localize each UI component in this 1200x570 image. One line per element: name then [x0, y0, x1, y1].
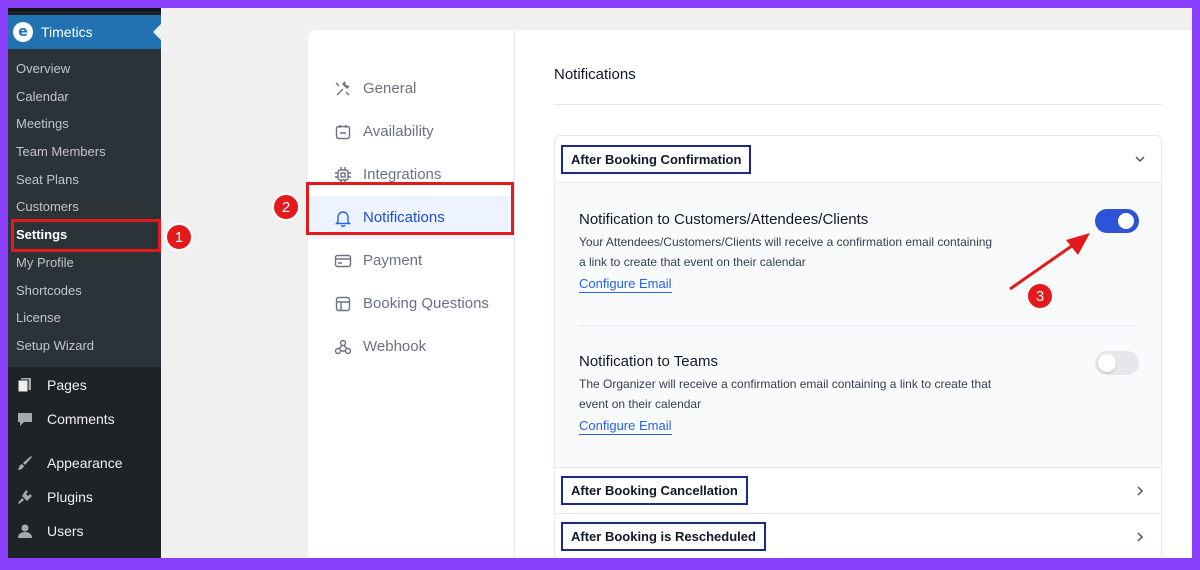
- notification-description: The Organizer will receive a confirmatio…: [579, 377, 992, 411]
- nav-item-general[interactable]: General: [308, 67, 514, 110]
- sidebar-item-label: Appearance: [47, 455, 123, 471]
- users-icon: [16, 522, 34, 540]
- sidebar-item-appearance[interactable]: Appearance: [8, 446, 161, 480]
- sidebar-item-pages[interactable]: Pages: [8, 368, 161, 402]
- card-icon: [333, 251, 353, 271]
- nav-item-webhook[interactable]: Webhook: [308, 325, 514, 368]
- submenu-team-members[interactable]: Team Members: [8, 138, 161, 166]
- annotation-box-notifications: [306, 182, 514, 235]
- configure-email-link[interactable]: Configure Email: [579, 418, 672, 435]
- chevron-down-icon[interactable]: [1133, 152, 1147, 166]
- wp-admin-sidebar: e Timetics Overview Calendar Meetings Te…: [8, 8, 161, 558]
- notification-toggle-customers[interactable]: [1095, 209, 1139, 233]
- toggle-knob: [1118, 213, 1134, 229]
- settings-nav: General Availability Integrations Notifi…: [308, 30, 515, 558]
- section-header-after-booking-confirmation[interactable]: After Booking Confirmation: [555, 136, 1161, 182]
- timetics-submenu: Overview Calendar Meetings Team Members …: [8, 49, 161, 367]
- title-divider: [554, 104, 1162, 105]
- tools-icon: [333, 79, 353, 99]
- chevron-right-icon[interactable]: [1133, 484, 1147, 498]
- annotation-badge-2: 2: [272, 193, 300, 221]
- sidebar-item-label: Users: [47, 523, 84, 539]
- annotation-box-settings: [11, 219, 161, 252]
- timetics-logo-icon: e: [13, 22, 33, 42]
- annotation-badge-1: 1: [165, 223, 193, 251]
- section-title: After Booking Confirmation: [561, 144, 752, 174]
- sidebar-item-label: Plugins: [47, 489, 93, 505]
- pages-icon: [16, 376, 34, 394]
- configure-email-link[interactable]: Configure Email: [579, 276, 672, 293]
- page-title: Notifications: [554, 66, 636, 83]
- sidebar-item-users[interactable]: Users: [8, 514, 161, 548]
- notification-sections: After Booking Confirmation Notification …: [554, 135, 1162, 558]
- section-title: After Booking Cancellation: [561, 476, 748, 505]
- sidebar-item-label: Timetics: [41, 24, 93, 40]
- screenshot-frame: e Timetics Overview Calendar Meetings Te…: [8, 8, 1192, 558]
- calendar-icon: [333, 122, 353, 142]
- plugins-icon: [16, 488, 34, 506]
- notification-title: Notification to Teams: [579, 353, 718, 370]
- sidebar-item-plugins[interactable]: Plugins: [8, 480, 161, 514]
- notification-teams: Notification to Teams The Organizer will…: [579, 351, 1139, 435]
- submenu-license[interactable]: License: [8, 304, 161, 332]
- nav-item-payment[interactable]: Payment: [308, 239, 514, 282]
- section-header-after-booking-rescheduled[interactable]: After Booking is Rescheduled: [555, 513, 1161, 558]
- submenu-meetings[interactable]: Meetings: [8, 110, 161, 138]
- form-icon: [333, 294, 353, 314]
- comments-icon: [16, 410, 34, 428]
- submenu-my-profile[interactable]: My Profile: [8, 249, 161, 277]
- sidebar-item-label: Pages: [47, 377, 87, 393]
- submenu-setup-wizard[interactable]: Setup Wizard: [8, 332, 161, 360]
- notification-divider: [579, 325, 1137, 326]
- wp-main-menu: Pages Comments Appearance Plugins Users: [8, 368, 161, 548]
- notification-toggle-teams[interactable]: [1095, 351, 1139, 375]
- sidebar-item-timetics[interactable]: e Timetics: [8, 15, 161, 49]
- nav-item-availability[interactable]: Availability: [308, 110, 514, 153]
- current-menu-arrow: [153, 24, 161, 40]
- submenu-shortcodes[interactable]: Shortcodes: [8, 277, 161, 305]
- annotation-badge-3: 3: [1026, 282, 1054, 310]
- submenu-overview[interactable]: Overview: [8, 55, 161, 83]
- section-header-after-booking-cancellation[interactable]: After Booking Cancellation: [555, 467, 1161, 513]
- appearance-icon: [16, 454, 34, 472]
- submenu-customers[interactable]: Customers: [8, 193, 161, 221]
- submenu-seat-plans[interactable]: Seat Plans: [8, 166, 161, 194]
- sidebar-item-label: Comments: [47, 411, 115, 427]
- submenu-calendar[interactable]: Calendar: [8, 83, 161, 111]
- chevron-right-icon[interactable]: [1133, 530, 1147, 544]
- toggle-knob: [1098, 354, 1116, 372]
- sidebar-item-comments[interactable]: Comments: [8, 402, 161, 436]
- section-title: After Booking is Rescheduled: [561, 522, 766, 551]
- webhook-icon: [333, 337, 353, 357]
- nav-item-booking-questions[interactable]: Booking Questions: [308, 282, 514, 325]
- notification-description: Your Attendees/Customers/Clients will re…: [579, 235, 993, 269]
